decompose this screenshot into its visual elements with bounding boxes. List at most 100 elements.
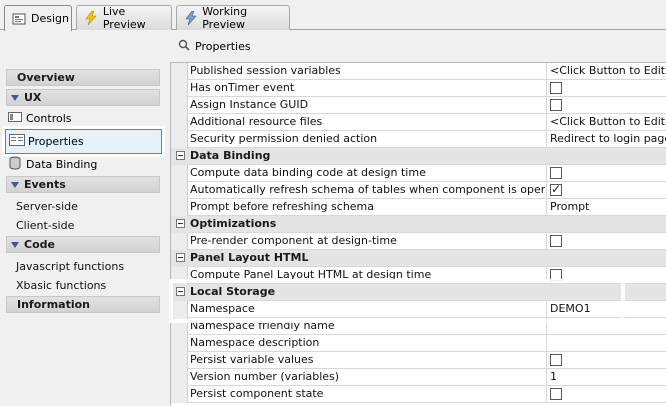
row-gutter bbox=[171, 318, 188, 335]
column-separator bbox=[546, 63, 547, 80]
property-row[interactable]: Published session variables <Click Button… bbox=[171, 63, 666, 80]
nav-controls[interactable]: Controls bbox=[8, 111, 72, 126]
row-gutter bbox=[171, 301, 188, 318]
row-gutter bbox=[171, 335, 188, 352]
column-separator bbox=[546, 352, 547, 369]
property-row[interactable]: Security permission denied action Redirec… bbox=[171, 131, 666, 148]
row-gutter bbox=[171, 369, 188, 386]
tab-working-preview-label: Working Preview bbox=[202, 5, 248, 31]
property-value[interactable]: Prompt bbox=[550, 200, 589, 213]
property-row[interactable]: Compute data binding code at design time bbox=[171, 165, 666, 182]
collapse-icon[interactable] bbox=[176, 287, 185, 296]
property-row[interactable]: Namespace friendly name bbox=[171, 318, 666, 335]
database-icon bbox=[8, 156, 22, 173]
nav-client-side[interactable]: Client-side bbox=[16, 219, 74, 232]
section-title: Data Binding bbox=[190, 149, 271, 162]
section-header[interactable]: Panel Layout HTML bbox=[171, 250, 666, 267]
tab-live-preview-label: Live Preview bbox=[102, 5, 146, 31]
property-row[interactable]: Compute Panel Layout HTML at design time bbox=[171, 267, 666, 284]
section-header[interactable]: Local Storage bbox=[171, 284, 666, 301]
magnifier-icon bbox=[178, 39, 190, 54]
section-header[interactable]: Optimizations bbox=[171, 216, 666, 233]
property-name: Namespace friendly name bbox=[190, 319, 335, 332]
property-value[interactable]: <Click Button to Edit> bbox=[550, 64, 666, 77]
section-header[interactable]: Data Binding bbox=[171, 148, 666, 165]
property-row[interactable]: Has onTimer event bbox=[171, 80, 666, 97]
nav-group-code-label: Code bbox=[24, 238, 55, 251]
nav-data-binding-label: Data Binding bbox=[26, 158, 98, 171]
property-name: Assign Instance GUID bbox=[190, 98, 309, 111]
nav-server-side[interactable]: Server-side bbox=[16, 200, 78, 213]
tab-working-preview[interactable]: Working Preview bbox=[176, 5, 290, 31]
property-row[interactable]: Pre-render component at design-time bbox=[171, 233, 666, 250]
property-row[interactable]: Persist variable values bbox=[171, 352, 666, 369]
property-name: Persist component state bbox=[190, 387, 324, 400]
property-checkbox[interactable] bbox=[550, 388, 562, 400]
tab-design[interactable]: Design bbox=[4, 5, 72, 31]
column-separator bbox=[546, 182, 547, 199]
property-row[interactable]: Additional resource files <Click Button t… bbox=[171, 114, 666, 131]
collapse-icon[interactable] bbox=[176, 253, 185, 262]
expand-triangle-icon bbox=[11, 181, 19, 188]
property-value[interactable]: <Click Button to Edit> bbox=[550, 115, 666, 128]
property-row[interactable]: Namespace DEMO1 bbox=[171, 301, 666, 318]
column-separator bbox=[546, 301, 547, 318]
column-separator bbox=[546, 233, 547, 250]
property-checkbox[interactable] bbox=[550, 354, 562, 366]
tab-live-preview[interactable]: Live Preview bbox=[76, 5, 172, 31]
property-name: Security permission denied action bbox=[190, 132, 378, 145]
property-row[interactable]: Version number (variables) 1 bbox=[171, 369, 666, 386]
row-gutter bbox=[171, 97, 188, 114]
property-value[interactable]: DEMO1 bbox=[550, 302, 591, 315]
controls-icon bbox=[8, 111, 22, 126]
property-name: Compute data binding code at design time bbox=[190, 166, 426, 179]
property-row[interactable]: Automatically refresh schema of tables w… bbox=[171, 182, 666, 199]
property-checkbox[interactable] bbox=[550, 99, 562, 111]
property-row[interactable]: Assign Instance GUID bbox=[171, 97, 666, 114]
property-checkbox[interactable] bbox=[550, 82, 562, 94]
column-separator bbox=[546, 199, 547, 216]
nav-information[interactable]: Information bbox=[6, 296, 160, 313]
property-checkbox[interactable] bbox=[550, 235, 562, 247]
row-gutter bbox=[171, 80, 188, 97]
tab-design-label: Design bbox=[31, 12, 69, 25]
property-name: Namespace bbox=[190, 302, 255, 315]
lightning-icon bbox=[83, 10, 99, 26]
nav-group-ux[interactable]: UX bbox=[6, 89, 160, 106]
property-name: Additional resource files bbox=[190, 115, 323, 128]
design-icon bbox=[11, 11, 27, 27]
collapse-icon[interactable] bbox=[176, 219, 185, 228]
column-separator bbox=[546, 369, 547, 386]
lightning-icon bbox=[183, 10, 198, 26]
property-row[interactable]: Prompt before refreshing schema Prompt bbox=[171, 199, 666, 216]
row-gutter bbox=[171, 199, 188, 216]
property-row[interactable]: Persist component state bbox=[171, 386, 666, 403]
nav-properties[interactable]: Properties bbox=[2, 126, 165, 157]
nav-overview[interactable]: Overview bbox=[6, 69, 160, 86]
collapse-icon[interactable] bbox=[176, 151, 185, 160]
row-gutter bbox=[171, 284, 188, 301]
nav-group-events[interactable]: Events bbox=[6, 176, 160, 193]
property-grid: Published session variables <Click Button… bbox=[170, 62, 666, 406]
row-gutter bbox=[171, 233, 188, 250]
property-name: Published session variables bbox=[190, 64, 341, 77]
section-title: Local Storage bbox=[190, 285, 276, 298]
property-value[interactable]: Redirect to login page bbox=[550, 132, 666, 145]
properties-icon bbox=[9, 133, 25, 150]
nav-data-binding[interactable]: Data Binding bbox=[8, 156, 97, 173]
property-checkbox[interactable] bbox=[550, 269, 562, 281]
nav-group-code[interactable]: Code bbox=[6, 236, 160, 253]
property-row[interactable]: Namespace description bbox=[171, 335, 666, 352]
row-gutter bbox=[171, 114, 188, 131]
property-checkbox[interactable] bbox=[550, 182, 562, 196]
expand-triangle-icon bbox=[11, 94, 19, 101]
property-checkbox[interactable] bbox=[550, 167, 562, 179]
row-gutter bbox=[171, 148, 188, 165]
nav-javascript-functions[interactable]: Javascript functions bbox=[16, 260, 124, 273]
nav-xbasic-functions[interactable]: Xbasic functions bbox=[16, 279, 106, 292]
panel-title: Properties bbox=[195, 40, 251, 53]
section-title: Panel Layout HTML bbox=[190, 251, 309, 264]
row-gutter bbox=[171, 165, 188, 182]
property-value[interactable]: 1 bbox=[550, 370, 557, 383]
properties-header: Properties bbox=[178, 39, 251, 54]
